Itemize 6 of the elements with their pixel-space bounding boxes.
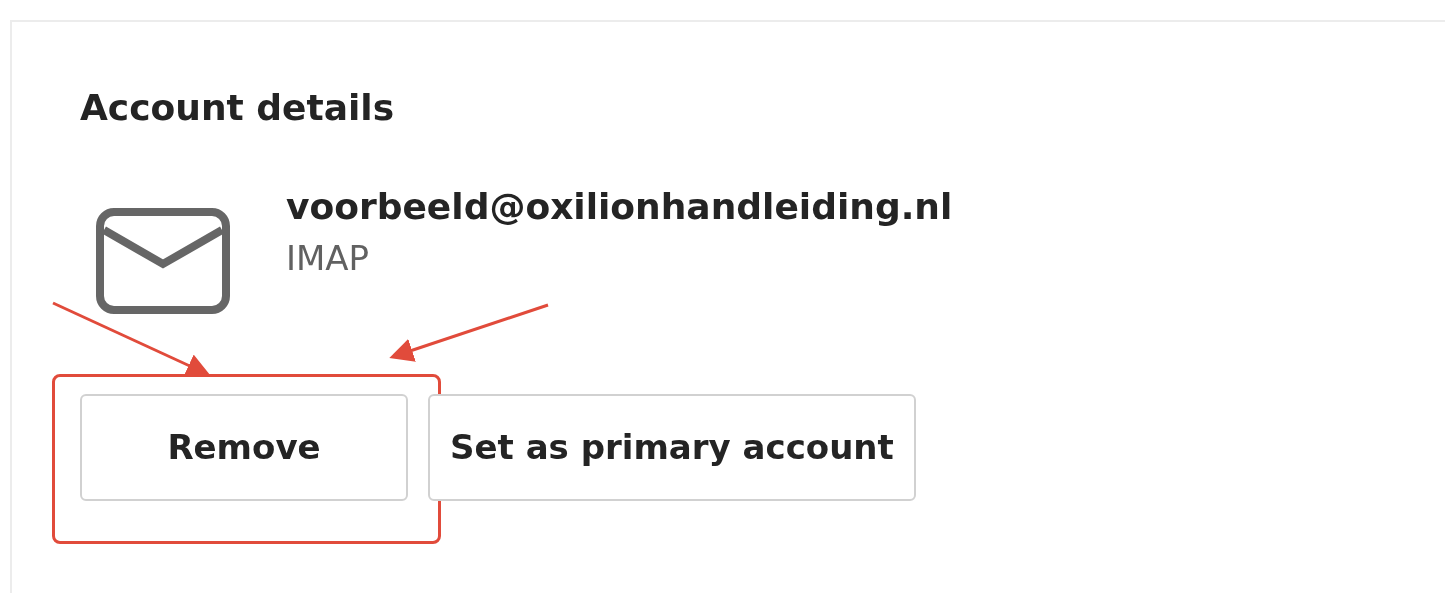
primary-account-button[interactable]: Set as primary account [428,394,916,501]
account-type: IMAP [286,237,370,280]
account-email: voorbeeld@oxilionhandleiding.nl [286,185,953,229]
remove-button[interactable]: Remove [80,394,408,501]
section-title: Account details [80,86,395,130]
mail-icon [96,208,230,314]
